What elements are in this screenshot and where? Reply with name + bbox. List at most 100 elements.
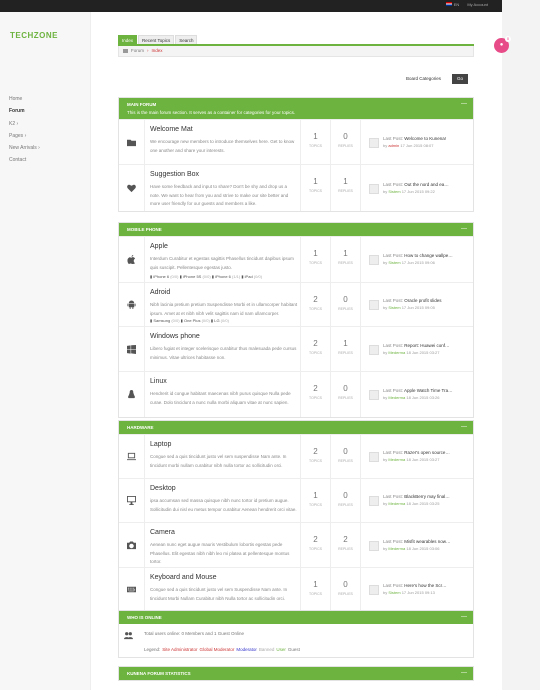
- tab-search[interactable]: Search: [175, 35, 198, 44]
- collapse-icon[interactable]: —: [461, 226, 467, 232]
- last-post: Last Post: Welcome to Kunena! by admin 17…: [360, 120, 473, 164]
- avatar[interactable]: [369, 137, 379, 148]
- last-post-title[interactable]: BlackBerry may final…: [404, 494, 450, 499]
- last-post-author[interactable]: Mederma: [388, 350, 405, 355]
- avatar[interactable]: [369, 300, 379, 310]
- desktop-icon: [127, 496, 136, 505]
- category-title[interactable]: Suggestion Box: [150, 171, 199, 178]
- last-post-author[interactable]: Sistem: [388, 260, 400, 265]
- site-logo[interactable]: TECHZONE: [10, 31, 58, 40]
- avatar[interactable]: [369, 255, 379, 265]
- nav-item-home[interactable]: Home: [9, 95, 40, 107]
- topics-stat: 2 TOPICS: [300, 283, 330, 326]
- cart-icon: ●: [499, 42, 504, 48]
- nav-item-k2[interactable]: K2 ›: [9, 120, 40, 132]
- category-icon-cell: [119, 372, 145, 417]
- replies-stat: 0 REPLIES: [330, 435, 360, 478]
- replies-stat: 2 REPLIES: [330, 523, 360, 567]
- last-post-author[interactable]: admin: [388, 143, 399, 148]
- subcategory-link[interactable]: ▮ Samsung: [150, 318, 171, 323]
- subcategory-link[interactable]: ▮ LG: [211, 318, 221, 323]
- avatar[interactable]: [369, 496, 379, 506]
- last-post-title[interactable]: How to change wallpe…: [404, 253, 453, 258]
- subcategory-count: (0/0): [202, 274, 212, 279]
- last-post-title[interactable]: Welcome to Kunena!: [404, 136, 446, 141]
- subcategory-count: (0/0): [171, 318, 181, 323]
- nav-item-new-arrivals[interactable]: New Arrivals ›: [9, 144, 40, 156]
- collapse-icon[interactable]: —: [461, 670, 467, 676]
- home-icon[interactable]: [123, 49, 128, 53]
- category-title[interactable]: Apple: [150, 243, 168, 250]
- tab-index[interactable]: Index: [118, 35, 138, 44]
- cart-button[interactable]: ● 0: [494, 36, 511, 53]
- last-post-title[interactable]: Here's how the Scr…: [404, 583, 446, 588]
- nav-item-contact[interactable]: Contact: [9, 156, 40, 168]
- replies-stat: 0 REPLIES: [330, 283, 360, 326]
- avatar[interactable]: [369, 390, 379, 400]
- category-title[interactable]: Welcome Mat: [150, 126, 193, 133]
- breadcrumb-index[interactable]: Index: [152, 46, 163, 56]
- category-title[interactable]: Adroid: [150, 289, 170, 296]
- section-title[interactable]: MOBILE PHONE: [127, 227, 162, 232]
- replies-label: REPLIES: [338, 189, 353, 193]
- last-post-title[interactable]: Apple Watch Time Tra…: [404, 388, 453, 393]
- category-row: Keyboard and Mouse Congue sed a quis tinc…: [119, 567, 473, 611]
- section-title[interactable]: MAIN FORUM: [127, 102, 156, 107]
- category-row: Laptop Congue sed a quis tincidunt justo …: [119, 434, 473, 478]
- category-row: Suggestion Box Have some feedback and inp…: [119, 164, 473, 211]
- avatar[interactable]: [369, 540, 379, 551]
- last-post-author[interactable]: Sistem: [388, 590, 400, 595]
- language-selector[interactable]: EN: [445, 2, 459, 7]
- topics-count: 1: [313, 249, 318, 258]
- category-title[interactable]: Keyboard and Mouse: [150, 574, 217, 581]
- last-post-label: Last Post:: [383, 135, 405, 141]
- avatar[interactable]: [369, 344, 379, 355]
- last-post-title[interactable]: Misfit wearables now…: [404, 539, 450, 544]
- last-post-author[interactable]: Mederma: [388, 457, 405, 462]
- subcategory-link[interactable]: ▮ iPhone 5S: [180, 274, 203, 279]
- category-title[interactable]: Linux: [150, 378, 167, 385]
- topics-count: 1: [313, 580, 318, 589]
- avatar[interactable]: [369, 585, 379, 595]
- last-post-title[interactable]: Oracle profit slides: [404, 298, 441, 303]
- subcategory-link[interactable]: ▮ iPhone 6: [212, 274, 232, 279]
- nav-item-pages[interactable]: Pages ›: [9, 132, 40, 144]
- subcategory-link[interactable]: ▮ iPhone 6: [150, 274, 170, 279]
- last-post-title[interactable]: Report: Huawei conf…: [404, 343, 449, 348]
- category-title[interactable]: Camera: [150, 529, 175, 536]
- subcategory-link[interactable]: ▮ One Plus: [181, 318, 202, 323]
- category-description: Interdum Curabitur et egestas sagittis P…: [150, 256, 294, 270]
- legend-item: Moderator: [236, 647, 257, 652]
- last-post-author[interactable]: Mederma: [388, 546, 405, 551]
- subcategory-link[interactable]: ▮ iPad: [241, 274, 253, 279]
- avatar[interactable]: [369, 183, 379, 194]
- camera-icon: [127, 540, 136, 549]
- category-title[interactable]: Laptop: [150, 441, 171, 448]
- last-post-author[interactable]: Sistem: [388, 189, 400, 194]
- category-title[interactable]: Desktop: [150, 485, 176, 492]
- collapse-icon[interactable]: —: [461, 614, 467, 620]
- category-title[interactable]: Windows phone: [150, 333, 200, 340]
- section-title[interactable]: HARDWARE: [127, 425, 154, 430]
- tab-recent-topics[interactable]: Recent Topics: [138, 35, 175, 44]
- last-post-title[interactable]: Out the nord and ea…: [404, 182, 449, 187]
- board-categories-select[interactable]: Board Categories: [403, 74, 451, 84]
- go-button[interactable]: Go: [452, 74, 468, 84]
- topics-count: 2: [313, 339, 318, 348]
- category-icon-cell: [119, 120, 145, 164]
- replies-count: 1: [343, 249, 348, 258]
- last-post-label: Last Post:: [383, 342, 405, 348]
- my-account-link[interactable]: My Account: [467, 2, 488, 7]
- avatar[interactable]: [369, 452, 379, 462]
- last-post-title[interactable]: Razer's open source…: [404, 450, 450, 455]
- collapse-icon[interactable]: —: [461, 424, 467, 430]
- breadcrumb-forum[interactable]: Forum: [131, 46, 144, 56]
- last-post-author[interactable]: Mederma: [388, 501, 405, 506]
- last-post-date: 18 Jun 2015 03:26: [405, 395, 440, 400]
- last-post-author[interactable]: Sistem: [388, 305, 400, 310]
- nav-item-forum[interactable]: Forum: [9, 107, 40, 119]
- legend-item: Banned: [258, 647, 275, 652]
- legend-label: Legend:: [144, 647, 161, 652]
- collapse-icon[interactable]: —: [461, 101, 467, 107]
- last-post-author[interactable]: Mederma: [388, 395, 405, 400]
